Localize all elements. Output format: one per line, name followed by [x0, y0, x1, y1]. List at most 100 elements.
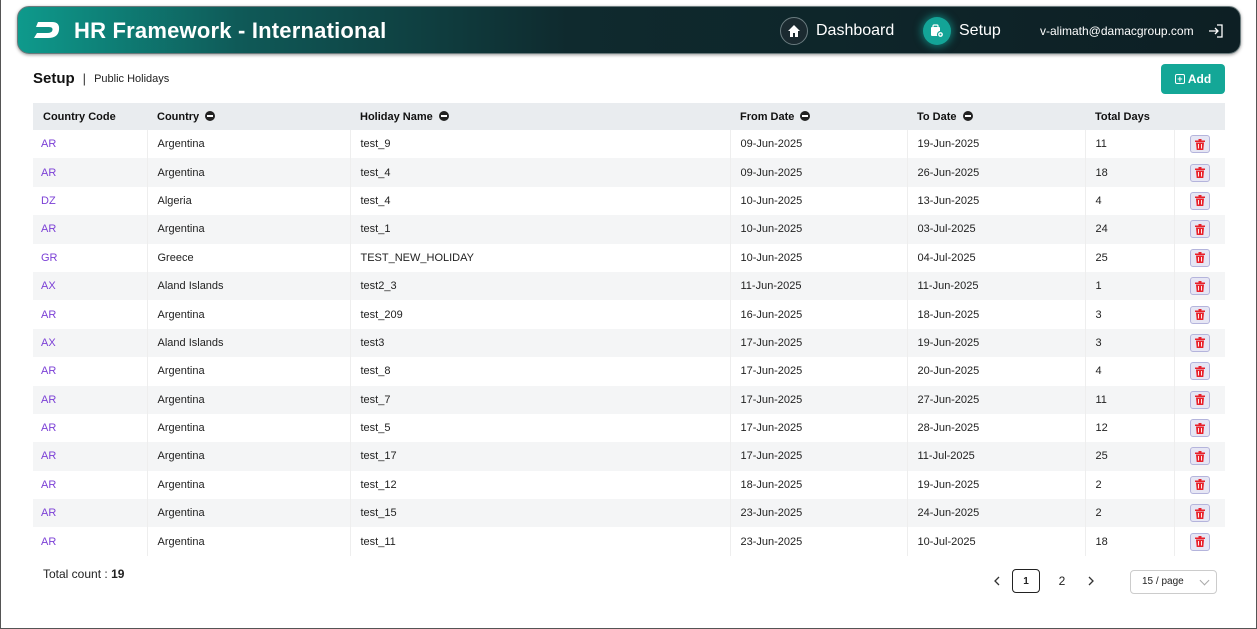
cell-actions: [1174, 130, 1225, 159]
trash-icon: [1194, 365, 1205, 377]
col-holiday-name[interactable]: Holiday Name: [350, 103, 730, 130]
logout-icon[interactable]: [1208, 23, 1224, 39]
cell-country-code[interactable]: AR: [33, 357, 148, 386]
trash-icon: [1194, 479, 1205, 491]
delete-button[interactable]: [1189, 362, 1210, 381]
delete-button[interactable]: [1189, 447, 1210, 466]
cell-actions: [1174, 413, 1225, 443]
delete-button[interactable]: [1189, 419, 1210, 438]
trash-icon: [1194, 536, 1205, 548]
sort-icon[interactable]: [800, 110, 811, 121]
table-row: AR Argentina test_15 23-Jun-2025 24-Jun-2025…: [33, 499, 1225, 528]
cell-holiday-name: test3: [350, 328, 731, 358]
cell-total-days: 18: [1085, 527, 1175, 556]
plus-icon: +: [1174, 74, 1185, 84]
cell-actions: [1174, 385, 1225, 414]
cell-country: Argentina: [147, 499, 351, 528]
cell-actions: [1174, 499, 1225, 528]
trash-icon: [1194, 167, 1205, 179]
cell-total-days: 4: [1085, 186, 1175, 216]
page-2-button[interactable]: 2: [1048, 569, 1076, 593]
cell-holiday-name: test_7: [350, 385, 731, 414]
page-size-select[interactable]: 15 / page: [1130, 570, 1217, 594]
cell-holiday-name: test_1: [350, 215, 731, 244]
delete-button[interactable]: [1189, 333, 1210, 352]
cell-from-date: 17-Jun-2025: [730, 442, 908, 471]
delete-button[interactable]: [1189, 163, 1210, 182]
trash-icon: [1194, 394, 1205, 406]
cell-country: Argentina: [147, 300, 351, 329]
cell-country-code[interactable]: AX: [33, 271, 148, 301]
cell-holiday-name: test_4: [350, 158, 731, 187]
cell-country-code[interactable]: AR: [33, 413, 148, 443]
delete-button[interactable]: [1189, 305, 1210, 324]
cell-from-date: 17-Jun-2025: [730, 357, 908, 386]
delete-button[interactable]: [1189, 504, 1210, 523]
delete-button[interactable]: [1189, 220, 1210, 239]
cell-total-days: 3: [1085, 328, 1175, 358]
trash-icon: [1194, 280, 1205, 292]
delete-button[interactable]: [1189, 248, 1210, 267]
add-button[interactable]: + Add: [1161, 64, 1225, 94]
page-1-button[interactable]: 1: [1012, 569, 1040, 593]
cell-actions: [1174, 442, 1225, 471]
cell-to-date: 03-Jul-2025: [907, 215, 1086, 244]
breadcrumb-public-holidays: Public Holidays: [94, 72, 170, 85]
cell-country-code[interactable]: GR: [33, 243, 148, 272]
cell-country-code[interactable]: AR: [33, 215, 148, 244]
next-page-button[interactable]: [1080, 569, 1102, 593]
cell-actions: [1174, 300, 1225, 329]
col-country[interactable]: Country: [147, 103, 350, 130]
cell-from-date: 23-Jun-2025: [730, 499, 908, 528]
cell-actions: [1174, 527, 1225, 556]
col-to-date[interactable]: To Date: [907, 103, 1085, 130]
cell-country: Argentina: [147, 442, 351, 471]
col-from-date[interactable]: From Date: [730, 103, 907, 130]
cell-total-days: 4: [1085, 357, 1175, 386]
user-email: v-alimath@damacgroup.com: [1040, 24, 1194, 38]
cell-total-days: 3: [1085, 300, 1175, 329]
cell-to-date: 11-Jun-2025: [907, 271, 1086, 301]
cell-country-code[interactable]: AR: [33, 130, 148, 159]
cell-country-code[interactable]: AX: [33, 328, 148, 358]
cell-country-code[interactable]: AR: [33, 158, 148, 187]
cell-country-code[interactable]: AR: [33, 300, 148, 329]
cell-to-date: 19-Jun-2025: [907, 328, 1086, 358]
nav-dashboard[interactable]: Dashboard: [780, 17, 894, 45]
table-row: AX Aland Islands test3 17-Jun-2025 19-Jun-20…: [33, 328, 1225, 358]
nav-dashboard-label: Dashboard: [816, 22, 895, 39]
prev-page-button[interactable]: [986, 569, 1008, 593]
delete-button[interactable]: [1189, 135, 1210, 154]
delete-button[interactable]: [1189, 475, 1210, 494]
trash-icon: [1194, 195, 1205, 207]
holidays-table: Country Code Country Holiday Name From D…: [33, 103, 1225, 556]
cell-holiday-name: test_9: [350, 130, 731, 159]
cell-country-code[interactable]: AR: [33, 470, 148, 500]
cell-country-code[interactable]: AR: [33, 385, 148, 414]
sort-icon[interactable]: [438, 110, 449, 121]
cell-country: Argentina: [147, 357, 351, 386]
cell-country-code[interactable]: AR: [33, 442, 148, 471]
trash-icon: [1194, 252, 1205, 264]
cell-to-date: 18-Jun-2025: [907, 300, 1086, 329]
delete-button[interactable]: [1189, 390, 1210, 409]
breadcrumb-setup[interactable]: Setup: [33, 70, 75, 87]
chevron-right-icon: [1088, 576, 1094, 586]
cell-country: Argentina: [147, 413, 351, 443]
cell-actions: [1174, 328, 1225, 358]
cell-total-days: 24: [1085, 215, 1175, 244]
cell-country-code[interactable]: AR: [33, 527, 148, 556]
delete-button[interactable]: [1189, 277, 1210, 296]
cell-country-code[interactable]: DZ: [33, 186, 148, 216]
damac-logo-icon: [34, 22, 60, 38]
cell-country-code[interactable]: AR: [33, 499, 148, 528]
nav-setup[interactable]: Setup: [923, 17, 1001, 45]
cell-to-date: 13-Jun-2025: [907, 186, 1086, 216]
sort-icon[interactable]: [205, 110, 216, 121]
delete-button[interactable]: [1189, 532, 1210, 551]
app-frame: HR Framework - International Dashboard S…: [0, 0, 1257, 629]
sort-icon[interactable]: [962, 110, 973, 121]
trash-icon: [1194, 337, 1205, 349]
delete-button[interactable]: [1189, 191, 1210, 210]
cell-total-days: 11: [1085, 385, 1175, 414]
